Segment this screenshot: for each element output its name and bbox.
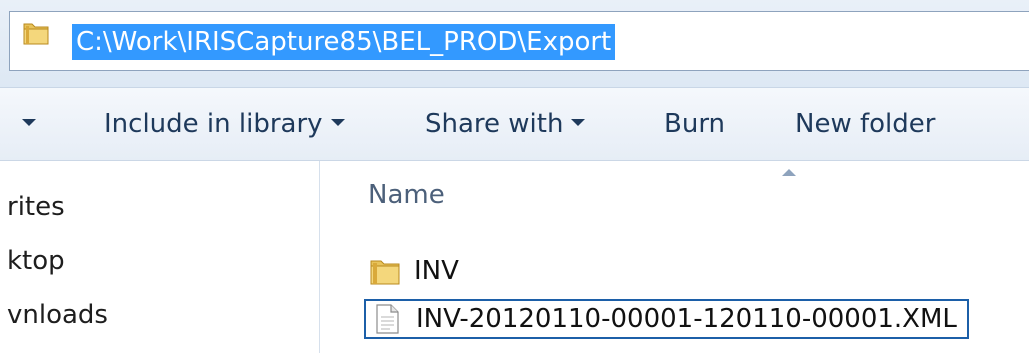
- new-folder-button[interactable]: New folder: [795, 88, 935, 160]
- include-in-library-button[interactable]: Include in library: [104, 88, 345, 160]
- column-header-name[interactable]: Name: [368, 177, 445, 213]
- file-list-pane: Name INV INV-20120110-00001-120110-00001…: [320, 161, 1029, 353]
- list-item-folder[interactable]: INV: [368, 251, 459, 291]
- toolbar-item-label: Share with: [425, 109, 564, 139]
- folder-icon: [23, 23, 49, 45]
- list-item-file-selected[interactable]: INV-20120110-00001-120110-00001.XML: [364, 299, 969, 339]
- nav-item-desktop[interactable]: ktop: [7, 243, 65, 279]
- burn-button[interactable]: Burn: [664, 88, 725, 160]
- chevron-down-icon: [22, 119, 36, 126]
- nav-item-favorites[interactable]: rites: [7, 189, 65, 225]
- share-with-button[interactable]: Share with: [425, 88, 586, 160]
- toolbar-item-label: Include in library: [104, 109, 323, 139]
- organize-dropdown-button[interactable]: [14, 88, 36, 160]
- toolbar-item-label: New folder: [795, 109, 936, 139]
- document-icon: [376, 304, 399, 334]
- folder-icon: [370, 260, 400, 285]
- chevron-down-icon: [330, 119, 345, 126]
- nav-item-downloads[interactable]: vnloads: [7, 297, 108, 333]
- navigation-pane: rites ktop vnloads: [0, 161, 320, 353]
- file-name: INV-20120110-00001-120110-00001.XML: [416, 304, 957, 334]
- address-bar-area: C:\Work\IRISCapture85\BEL_PROD\Export: [0, 0, 1029, 88]
- chevron-down-icon: [571, 119, 586, 126]
- toolbar-item-label: Burn: [664, 109, 726, 139]
- address-path[interactable]: C:\Work\IRISCapture85\BEL_PROD\Export: [72, 24, 616, 60]
- sort-ascending-icon: [782, 169, 796, 176]
- command-toolbar: Include in library Share with Burn New f…: [0, 88, 1029, 161]
- file-name: INV: [414, 256, 459, 286]
